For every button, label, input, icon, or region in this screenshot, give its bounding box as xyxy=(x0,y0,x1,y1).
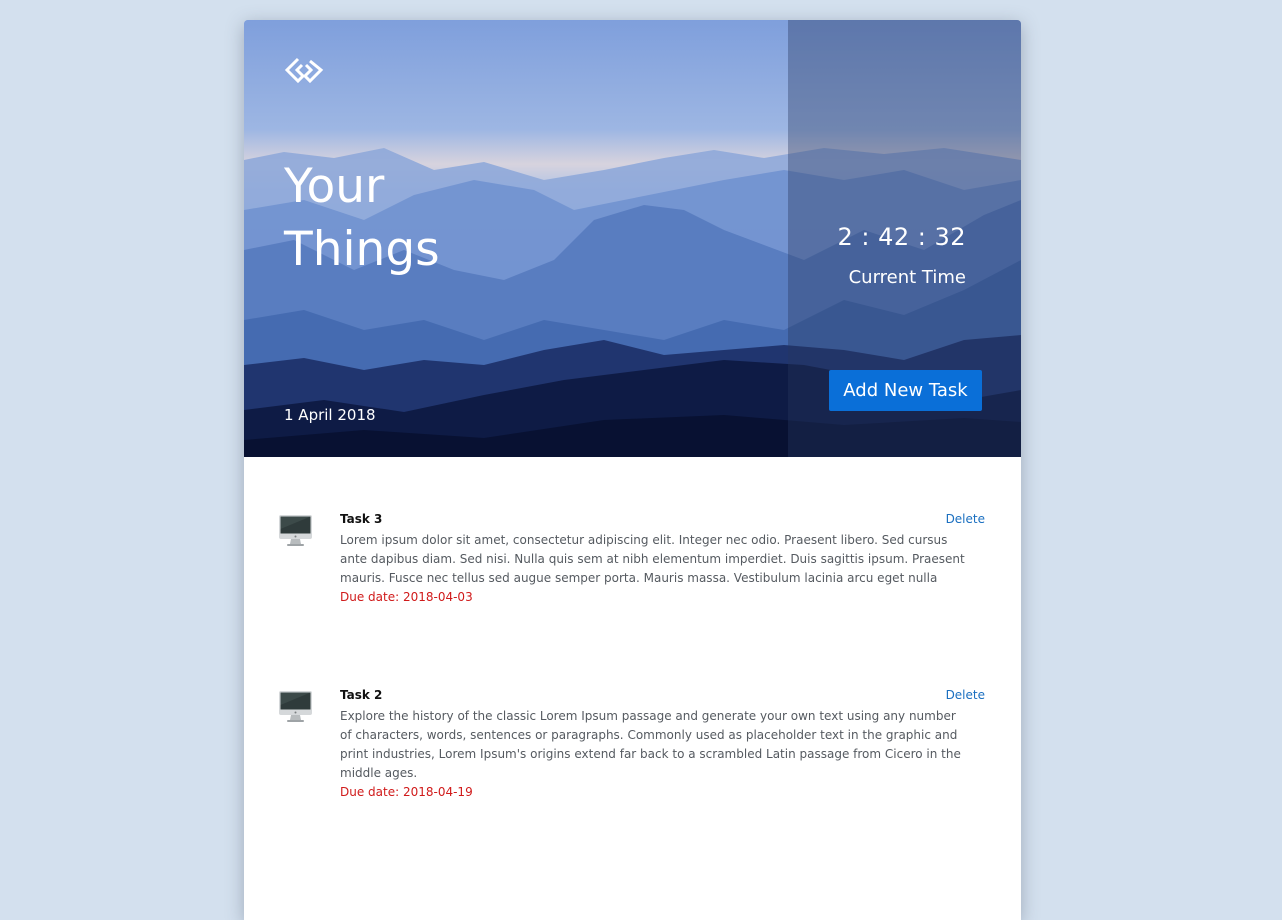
task-due-date: Due date: 2018-04-19 xyxy=(340,785,473,799)
add-new-task-button[interactable]: Add New Task xyxy=(829,370,982,411)
task-due-date: Due date: 2018-04-03 xyxy=(340,590,473,604)
clock-label: Current Time xyxy=(848,267,966,288)
clock-time: 2 : 42 : 32 xyxy=(837,223,966,251)
page-title-line-1: Your xyxy=(284,159,385,214)
task-description: Explore the history of the classic Lorem… xyxy=(340,707,965,802)
task-description-text: Lorem ipsum dolor sit amet, consectetur … xyxy=(340,533,965,585)
task-title: Task 3 xyxy=(340,512,383,526)
app-logo-icon xyxy=(284,57,324,84)
task-description: Lorem ipsum dolor sit amet, consectetur … xyxy=(340,531,965,607)
page-title: Your Things xyxy=(284,155,440,281)
task-description-text: Explore the history of the classic Lorem… xyxy=(340,709,961,780)
task-title: Task 2 xyxy=(340,688,383,702)
delete-task-button[interactable]: Delete xyxy=(946,688,985,702)
hero-banner: Your Things 1 April 2018 2 : 42 : 32 Cur… xyxy=(244,20,1021,457)
delete-task-button[interactable]: Delete xyxy=(946,512,985,526)
current-date: 1 April 2018 xyxy=(284,406,376,424)
todo-card: Your Things 1 April 2018 2 : 42 : 32 Cur… xyxy=(244,20,1021,920)
monitor-icon xyxy=(279,691,312,722)
monitor-icon xyxy=(279,515,312,546)
page-title-line-2: Things xyxy=(284,222,440,277)
